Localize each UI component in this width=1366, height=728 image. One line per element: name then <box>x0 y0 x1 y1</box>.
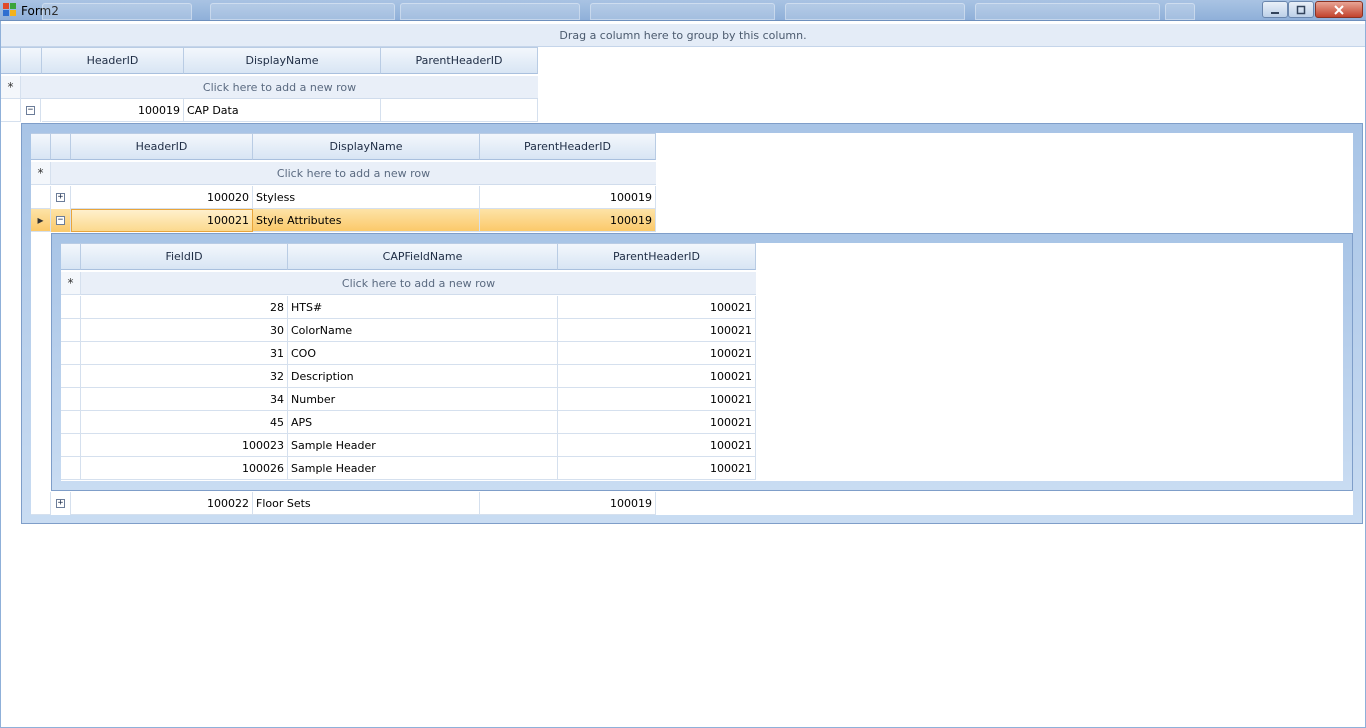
cell-capfieldname[interactable]: Number <box>288 388 558 411</box>
cell-headerid[interactable]: 100021 <box>71 209 253 232</box>
background-tab <box>590 3 775 20</box>
background-tab <box>975 3 1160 20</box>
column-header-headerid[interactable]: HeaderID <box>42 47 184 74</box>
column-header-displayname[interactable]: DisplayName <box>253 133 480 160</box>
collapse-icon: − <box>26 105 35 115</box>
cell-parentheaderid[interactable]: 100021 <box>558 342 756 365</box>
close-icon <box>1334 4 1344 15</box>
cell-fieldid[interactable]: 45 <box>81 411 288 434</box>
header-corner <box>31 133 51 160</box>
current-row-icon: ▸ <box>31 209 51 232</box>
column-header-parentheaderid[interactable]: ParentHeaderID <box>480 133 656 160</box>
expand-button[interactable]: + <box>51 492 71 515</box>
header-corner <box>61 243 81 270</box>
cell-parentheaderid[interactable]: 100021 <box>558 388 756 411</box>
row-indicator <box>1 99 21 122</box>
row-indicator <box>31 492 51 515</box>
row-indicator <box>61 434 81 457</box>
new-row-prompt[interactable]: Click here to add a new row <box>51 162 656 185</box>
new-row-prompt[interactable]: Click here to add a new row <box>81 272 756 295</box>
cell-parentheaderid[interactable]: 100021 <box>558 434 756 457</box>
new-row-icon: * <box>1 76 21 99</box>
cell-parentheaderid[interactable]: 100021 <box>558 319 756 342</box>
cell-fieldid[interactable]: 28 <box>81 296 288 319</box>
cell-displayname[interactable]: Style Attributes <box>253 209 480 232</box>
row-indicator <box>61 342 81 365</box>
column-header-parentheaderid[interactable]: ParentHeaderID <box>558 243 756 270</box>
cell-capfieldname[interactable]: ColorName <box>288 319 558 342</box>
cell-capfieldname[interactable]: Sample Header <box>288 434 558 457</box>
row-indicator <box>61 388 81 411</box>
row-indicator <box>61 365 81 388</box>
row-indicator <box>61 411 81 434</box>
background-tab <box>210 3 395 20</box>
column-header-capfieldname[interactable]: CAPFieldName <box>288 243 558 270</box>
close-button[interactable] <box>1315 1 1363 18</box>
cell-headerid[interactable]: 100019 <box>42 99 184 122</box>
background-tab <box>785 3 965 20</box>
cell-parentheaderid[interactable]: 100021 <box>558 365 756 388</box>
row-indicator <box>61 296 81 319</box>
header-expander <box>51 133 71 160</box>
cell-capfieldname[interactable]: HTS# <box>288 296 558 319</box>
cell-capfieldname[interactable]: COO <box>288 342 558 365</box>
cell-fieldid[interactable]: 32 <box>81 365 288 388</box>
column-header-displayname[interactable]: DisplayName <box>184 47 381 74</box>
new-row-icon: * <box>31 162 51 185</box>
cell-fieldid[interactable]: 30 <box>81 319 288 342</box>
maximize-icon <box>1296 5 1306 14</box>
collapse-icon: − <box>56 215 65 225</box>
column-header-headerid[interactable]: HeaderID <box>71 133 253 160</box>
collapse-button[interactable]: − <box>51 209 71 232</box>
new-row-prompt[interactable]: Click here to add a new row <box>21 76 538 99</box>
row-indicator <box>61 457 81 480</box>
column-header-fieldid[interactable]: FieldID <box>81 243 288 270</box>
collapse-button[interactable]: − <box>21 99 41 122</box>
cell-parentheaderid[interactable]: 100021 <box>558 296 756 319</box>
cell-capfieldname[interactable]: Description <box>288 365 558 388</box>
column-header-parentheaderid[interactable]: ParentHeaderID <box>381 47 538 74</box>
cell-parentheaderid[interactable] <box>381 99 538 122</box>
cell-headerid[interactable]: 100020 <box>71 186 253 209</box>
cell-displayname[interactable]: CAP Data <box>184 99 381 122</box>
header-expander <box>21 47 42 74</box>
cell-parentheaderid[interactable]: 100019 <box>480 492 656 515</box>
row-indicator <box>31 186 51 209</box>
form-icon <box>3 3 16 16</box>
header-corner <box>1 47 21 74</box>
cell-displayname[interactable]: Floor Sets <box>253 492 480 515</box>
cell-capfieldname[interactable]: Sample Header <box>288 457 558 480</box>
cell-parentheaderid[interactable]: 100021 <box>558 457 756 480</box>
background-tab <box>1165 3 1195 20</box>
row-indicator <box>61 319 81 342</box>
new-row-icon: * <box>61 272 81 295</box>
expand-icon: + <box>56 192 65 202</box>
maximize-button[interactable] <box>1288 1 1314 18</box>
cell-parentheaderid[interactable]: 100019 <box>480 186 656 209</box>
cell-fieldid[interactable]: 34 <box>81 388 288 411</box>
cell-parentheaderid[interactable]: 100019 <box>480 209 656 232</box>
cell-headerid[interactable]: 100022 <box>71 492 253 515</box>
cell-fieldid[interactable]: 100026 <box>81 457 288 480</box>
minimize-icon <box>1271 11 1279 14</box>
background-tab <box>42 3 192 20</box>
expand-icon: + <box>56 498 65 508</box>
expand-button[interactable]: + <box>51 186 71 209</box>
group-by-panel[interactable]: Drag a column here to group by this colu… <box>1 24 1365 47</box>
minimize-button[interactable] <box>1262 1 1288 18</box>
cell-fieldid[interactable]: 100023 <box>81 434 288 457</box>
title-bar[interactable]: Form2 <box>0 0 1366 21</box>
cell-capfieldname[interactable]: APS <box>288 411 558 434</box>
cell-fieldid[interactable]: 31 <box>81 342 288 365</box>
cell-displayname[interactable]: Styless <box>253 186 480 209</box>
cell-parentheaderid[interactable]: 100021 <box>558 411 756 434</box>
background-tab <box>400 3 580 20</box>
